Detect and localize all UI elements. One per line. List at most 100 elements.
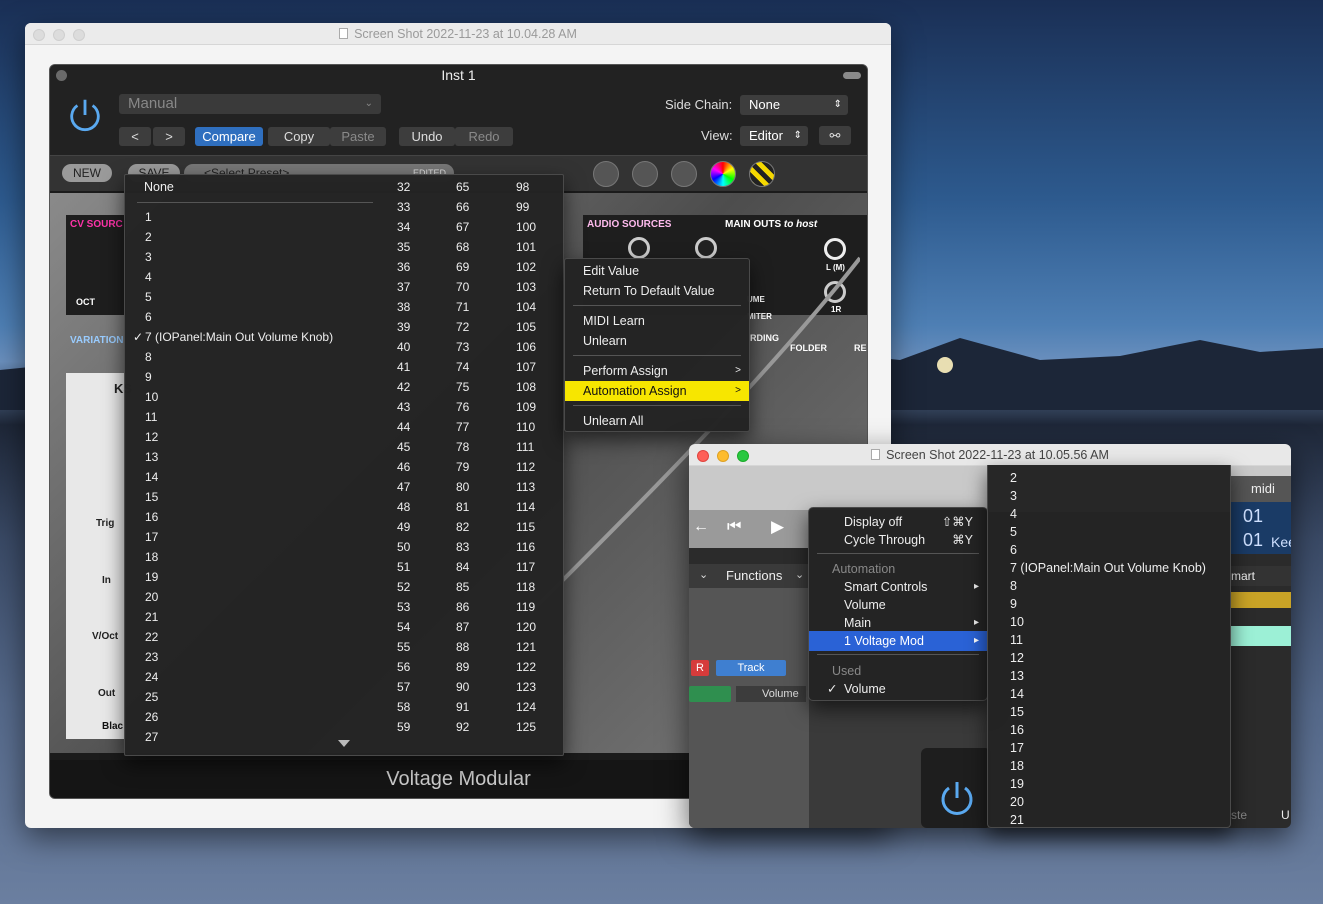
menu-item-number[interactable]: 41 [397,360,410,374]
power-icon[interactable] [937,778,977,818]
menu-item-number[interactable]: 86 [456,600,469,614]
submenu-item-number[interactable]: 16 [1010,723,1024,737]
menu-item-return-default[interactable]: Return To Default Value [565,281,749,301]
menu-item-number[interactable]: 53 [397,600,410,614]
menu-item-number[interactable]: 79 [456,460,469,474]
menu-item-number[interactable]: 82 [456,520,469,534]
functions-menu[interactable]: Functions [726,568,782,583]
menu-item-number[interactable]: 118 [516,580,535,594]
menu-item-number[interactable]: 1 [145,210,152,224]
menu-item-number[interactable]: 35 [397,240,410,254]
menu-item-number[interactable]: 33 [397,200,410,214]
submenu-item-number[interactable]: 17 [1010,741,1024,755]
menu-item-number[interactable]: 102 [516,260,536,274]
menu-item-number[interactable]: 18 [145,550,158,564]
menu-item-number[interactable]: 65 [456,180,469,194]
menu-item-number[interactable]: 80 [456,480,469,494]
menu-item-number[interactable]: 67 [456,220,469,234]
scroll-down-arrow-icon[interactable] [338,740,350,747]
menu-item-number[interactable]: 25 [145,690,158,704]
menu-item-number[interactable]: 122 [516,660,536,674]
menu-item-number[interactable]: 83 [456,540,469,554]
close-button[interactable] [697,450,709,462]
back-arrow-icon[interactable]: ← [693,518,709,536]
menu-item-number[interactable]: 23 [145,650,158,664]
close-button[interactable] [33,29,45,41]
menu-item-number[interactable]: 114 [516,500,535,514]
menu-item-number[interactable]: 51 [397,560,410,574]
menu-item-number[interactable]: 70 [456,280,469,294]
menu-item-number[interactable]: 3 [145,250,152,264]
submenu-item-number[interactable]: 21 [1010,813,1024,827]
menu-item-number[interactable]: 108 [516,380,536,394]
next-preset-button[interactable]: > [153,127,185,146]
compare-button[interactable]: Compare [195,127,263,146]
submenu-item-number[interactable]: 5 [1010,525,1017,539]
menu-item-voltage-mod[interactable]: 1 Voltage Mod ▸ [809,631,987,651]
menu-item-number[interactable]: 107 [516,360,536,374]
menu-item-cycle-through[interactable]: Cycle Through ⌘Y [809,530,987,550]
menu-item-number[interactable]: 16 [145,510,158,524]
menu-item-number[interactable]: 100 [516,220,536,234]
submenu-item-number[interactable]: 10 [1010,615,1024,629]
menu-item-number[interactable]: 106 [516,340,536,354]
menu-item-number[interactable]: 6 [145,310,152,324]
menu-item-number[interactable]: 101 [516,240,536,254]
menu-item-automation-assign[interactable]: Automation Assign > [565,381,749,401]
menu-item-number[interactable]: 88 [456,640,469,654]
view-dropdown[interactable]: Editor ⇕ [740,126,808,146]
submenu-item-number[interactable]: 13 [1010,669,1024,683]
submenu-item-number[interactable]: 4 [1010,507,1017,521]
menu-item-number[interactable]: 89 [456,660,469,674]
menu-item-number[interactable]: 14 [145,470,158,484]
menu-item-smart-controls[interactable]: Smart Controls ▸ [809,577,987,597]
menu-item-number[interactable]: 34 [397,220,410,234]
cycle-bar[interactable] [1231,592,1291,608]
submenu-item-number[interactable]: 15 [1010,705,1024,719]
menu-item-number[interactable]: 50 [397,540,410,554]
menu-item-number[interactable]: 9 [145,370,152,384]
submenu-item-number[interactable]: 7 (IOPanel:Main Out Volume Knob) [1010,561,1206,575]
menu-item-number[interactable]: 10 [145,390,158,404]
menu-item-number[interactable]: 68 [456,240,469,254]
preset-dropdown[interactable]: Manual ⌄ [119,94,381,114]
menu-item-number[interactable]: 98 [516,180,529,194]
menu-item-number[interactable]: 73 [456,340,469,354]
prev-preset-button[interactable]: < [119,127,151,146]
menu-item-main[interactable]: Main ▸ [809,613,987,633]
menu-item-number[interactable]: 78 [456,440,469,454]
menu-item-number[interactable]: 76 [456,400,469,414]
menu-item-number[interactable]: 90 [456,680,469,694]
track-button[interactable]: Track [716,660,786,676]
menu-item-number[interactable]: 111 [516,440,534,454]
menu-item-number[interactable]: 87 [456,620,469,634]
menu-item-number[interactable]: 115 [516,520,535,534]
link-button[interactable]: ⚯ [819,126,851,145]
menu-item-midi-learn[interactable]: MIDI Learn [565,311,749,331]
menu-item-number[interactable]: 71 [456,300,469,314]
menu-item-none[interactable]: None [144,180,174,194]
menu-item-number[interactable]: 17 [145,530,158,544]
menu-item-number[interactable]: 44 [397,420,410,434]
hazard-icon[interactable] [749,161,775,187]
plugin-collapse[interactable] [843,72,861,79]
menu-item-number[interactable]: 112 [516,460,535,474]
menu-item-unlearn[interactable]: Unlearn [565,331,749,351]
menu-item-number[interactable]: 38 [397,300,410,314]
menu-item-number[interactable]: 2 [145,230,152,244]
menu-item-number[interactable]: 54 [397,620,410,634]
submenu-item-number[interactable]: 2 [1010,471,1017,485]
zoom-icon[interactable] [593,161,619,187]
color-wheel-icon[interactable] [710,161,736,187]
menu-item-number[interactable]: 19 [145,570,158,584]
submenu-item-number[interactable]: 14 [1010,687,1024,701]
rewind-icon[interactable]: ⏮ [727,518,741,536]
menu-item-number[interactable]: 91 [456,700,469,714]
menu-item-number[interactable]: 52 [397,580,410,594]
menu-item-number[interactable]: 15 [145,490,158,504]
submenu-item-number[interactable]: 12 [1010,651,1024,665]
submenu-item-number[interactable]: 3 [1010,489,1017,503]
power-icon[interactable] [66,96,104,134]
automation-mode-dropdown[interactable] [689,686,731,702]
menu-item-number[interactable]: 92 [456,720,469,734]
